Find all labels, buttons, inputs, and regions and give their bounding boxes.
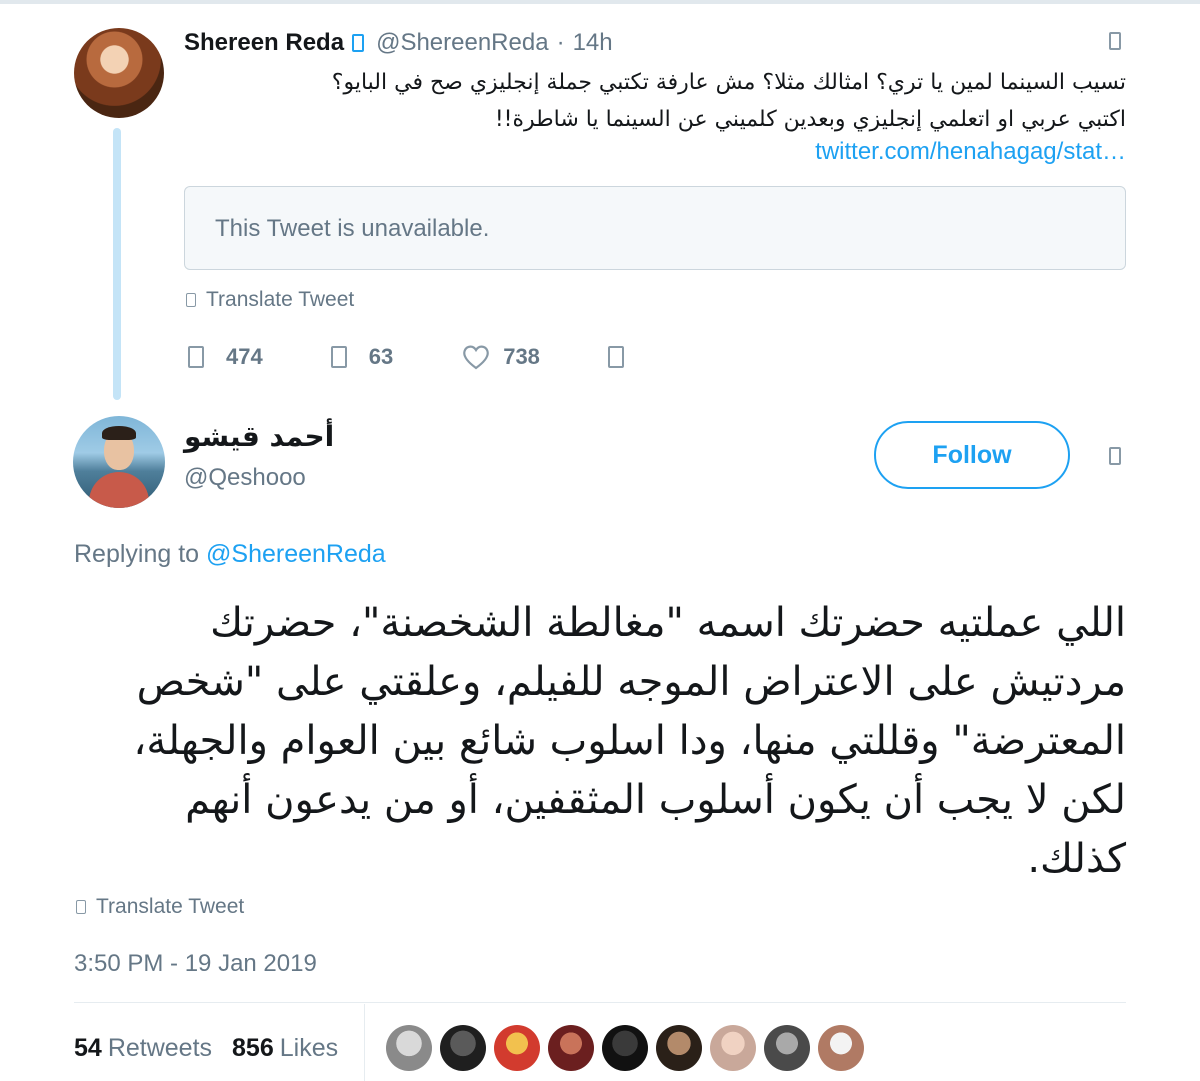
liker-avatars	[386, 1025, 872, 1071]
verified-icon	[352, 34, 365, 52]
liker-avatar[interactable]	[602, 1025, 648, 1071]
parent-author-handle[interactable]: @ShereenReda	[376, 29, 548, 57]
main-tweet-text: اللي عملتيه حضرتك اسمه "مغالطة الشخصنة"،…	[133, 600, 1126, 882]
retweet-button[interactable]: 63	[330, 344, 394, 370]
parent-tweet-link[interactable]: twitter.com/henahagag/stat…	[184, 138, 1126, 166]
parent-translate-label: Translate Tweet	[206, 288, 355, 311]
parent-tweet-line-2: اكتبي عربي او اتعلمي إنجليزي وبعدين كلمي…	[494, 107, 1126, 132]
header-separator: ·	[556, 29, 565, 56]
liker-avatar[interactable]	[710, 1025, 756, 1071]
message-icon	[607, 346, 624, 368]
liker-avatar[interactable]	[386, 1025, 432, 1071]
thread-connector-line	[113, 128, 121, 400]
stats-divider	[74, 1002, 1126, 1003]
main-author-handle[interactable]: @Qeshooo	[184, 464, 306, 492]
reply-count: 474	[226, 344, 263, 369]
tweet-stats: 54 Retweets 856 Likes	[74, 1030, 358, 1066]
main-translate-tweet[interactable]: Translate Tweet	[76, 895, 244, 919]
parent-tweet-time[interactable]: 14h	[573, 29, 613, 57]
globe-icon	[186, 293, 196, 307]
liker-avatar[interactable]	[818, 1025, 864, 1071]
reply-icon	[188, 346, 204, 368]
liker-avatar[interactable]	[548, 1025, 594, 1071]
follow-button[interactable]: Follow	[874, 421, 1070, 489]
main-chevron-down-icon[interactable]	[1109, 447, 1121, 465]
replying-to-prefix: Replying to	[74, 540, 200, 568]
stats-separator	[364, 1004, 365, 1081]
retweets-stat[interactable]: 54 Retweets	[74, 1034, 212, 1063]
liker-avatar[interactable]	[494, 1025, 540, 1071]
replying-to-handle[interactable]: @ShereenReda	[206, 540, 386, 568]
parent-chevron-down-icon[interactable]	[1109, 32, 1121, 50]
tweet-detail-page: Shereen Reda @ShereenReda · 14h تسيب الس…	[0, 0, 1200, 1081]
main-author-name[interactable]: أحمد قيشو	[184, 420, 484, 453]
likes-count: 856	[232, 1033, 274, 1062]
reply-button[interactable]: 474	[188, 344, 263, 370]
retweets-count: 54	[74, 1033, 102, 1062]
main-author-avatar[interactable]	[73, 416, 165, 508]
liker-avatar[interactable]	[440, 1025, 486, 1071]
direct-message-button[interactable]	[607, 346, 624, 368]
liker-avatar[interactable]	[656, 1025, 702, 1071]
heart-icon	[461, 343, 491, 371]
parent-tweet-line-1: تسيب السينما لمين يا تري؟ امثالك مثلا؟ م…	[331, 70, 1126, 95]
quoted-tweet-card[interactable]: This Tweet is unavailable.	[184, 186, 1126, 270]
quoted-tweet-unavailable-text: This Tweet is unavailable.	[215, 215, 490, 242]
retweets-label: Retweets	[107, 1033, 213, 1062]
avatar-shirt	[89, 472, 149, 508]
like-count: 738	[503, 344, 540, 369]
tweet-timestamp[interactable]: 3:50 PM - 19 Jan 2019	[74, 950, 317, 978]
avatar-hair	[102, 426, 136, 440]
parent-author-name[interactable]: Shereen Reda	[184, 29, 344, 57]
parent-author-avatar[interactable]	[74, 28, 164, 118]
parent-tweet-header: Shereen Reda @ShereenReda · 14h	[184, 28, 613, 58]
globe-icon	[76, 900, 86, 914]
liker-avatar[interactable]	[764, 1025, 810, 1071]
parent-tweet-text: تسيب السينما لمين يا تري؟ امثالك مثلا؟ م…	[184, 64, 1126, 138]
retweet-icon	[330, 346, 347, 368]
retweet-count: 63	[368, 344, 394, 369]
main-translate-label: Translate Tweet	[96, 895, 245, 918]
likes-label: Likes	[279, 1033, 339, 1062]
parent-translate-tweet[interactable]: Translate Tweet	[186, 288, 354, 312]
top-divider	[0, 0, 1200, 4]
like-button[interactable]: 738	[461, 343, 540, 371]
likes-stat[interactable]: 856 Likes	[232, 1034, 338, 1063]
parent-tweet-actions: 474 63 738	[188, 340, 692, 374]
main-author-name-text: أحمد قيشو	[184, 420, 335, 453]
replying-to: Replying to @ShereenReda	[74, 540, 386, 569]
